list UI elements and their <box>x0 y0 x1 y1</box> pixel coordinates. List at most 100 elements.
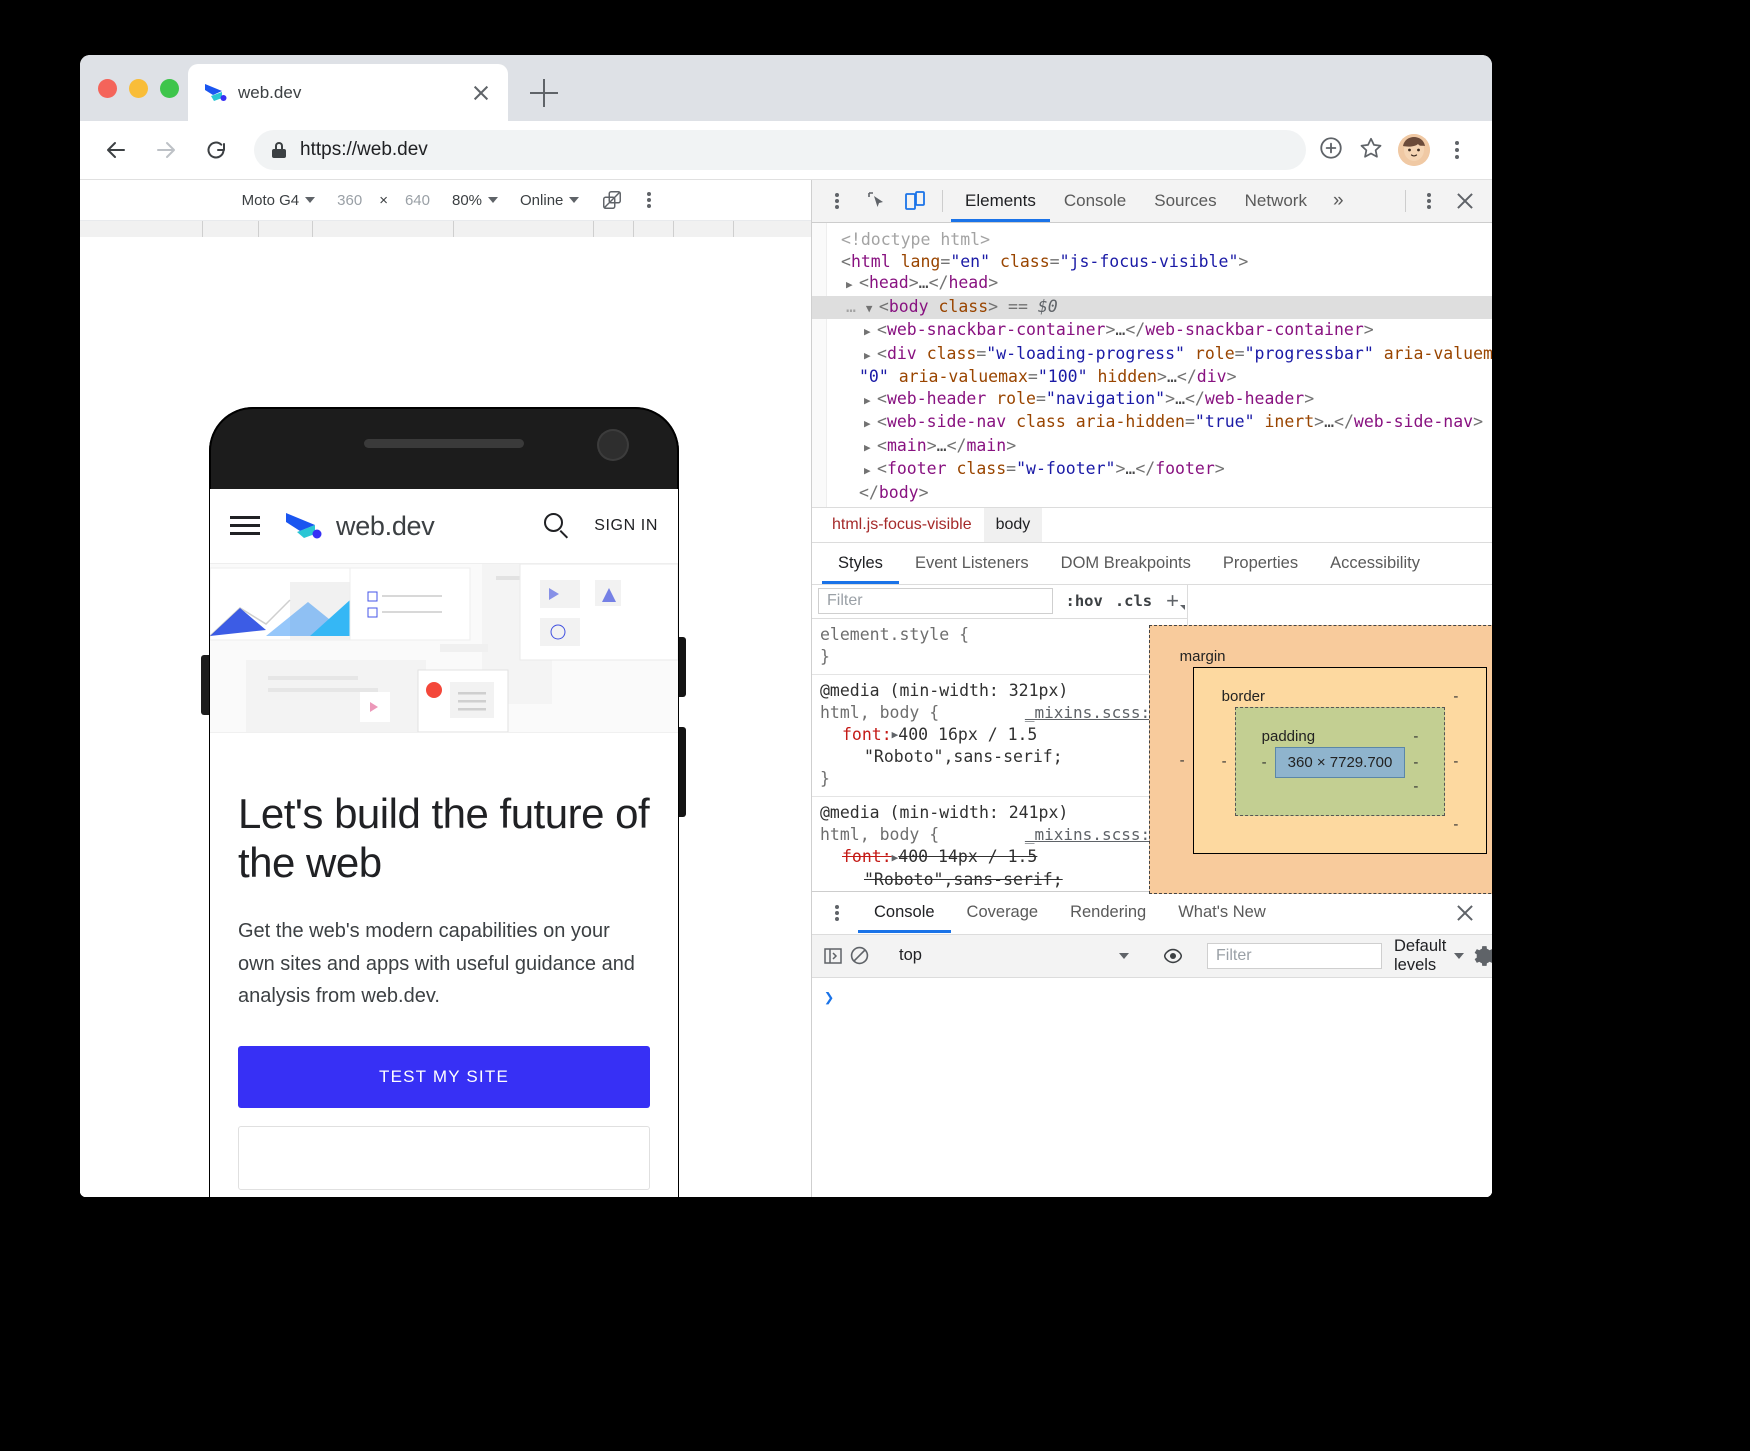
style-rule[interactable]: element.style {} <box>812 619 1187 675</box>
execution-context-select[interactable]: top <box>889 946 1059 965</box>
box-model-margin[interactable]: margin - - border - <box>1149 625 1492 894</box>
rule-selector[interactable]: element.style { <box>820 624 1179 646</box>
dom-twisty-icon[interactable]: ▶ <box>864 321 877 343</box>
device-more-icon[interactable] <box>638 189 660 211</box>
device-select[interactable]: Moto G4 <box>231 186 327 214</box>
drawer-tab-console[interactable]: Console <box>858 892 951 933</box>
rule-selector[interactable]: html, body {_mixins.scss:123 <box>820 702 1179 724</box>
reload-button[interactable] <box>196 130 236 170</box>
sign-in-button[interactable]: SIGN IN <box>594 517 658 535</box>
dom-node-line[interactable]: ▶<web-side-nav class aria-hidden="true" … <box>812 411 1492 435</box>
css-value-continued[interactable]: "Roboto",sans-serif; <box>820 869 1179 891</box>
rotate-button[interactable] <box>590 186 634 214</box>
breadcrumb-html[interactable]: html.js-focus-visible <box>820 508 984 542</box>
box-model-content[interactable]: 360 × 7729.700 <box>1275 747 1406 778</box>
style-rule[interactable]: @media (min-width: 321px)html, body {_mi… <box>812 675 1187 798</box>
dom-twisty-icon[interactable]: ▶ <box>864 460 877 482</box>
toggle-class-button[interactable]: .cls <box>1109 592 1158 610</box>
console-filter-input[interactable]: Filter <box>1207 943 1382 969</box>
tab-sources[interactable]: Sources <box>1140 180 1230 222</box>
add-page-icon[interactable] <box>1318 135 1344 166</box>
throttling-select[interactable]: Online <box>509 186 590 214</box>
site-logo[interactable]: web.dev <box>282 511 434 542</box>
browser-tab[interactable]: web.dev <box>188 64 508 121</box>
hamburger-icon[interactable] <box>230 516 260 536</box>
dom-node-line[interactable]: "0" aria-valuemax="100" hidden>…</div> <box>812 366 1492 388</box>
drawer-tab-coverage[interactable]: Coverage <box>951 892 1055 933</box>
back-button[interactable] <box>96 130 136 170</box>
dom-node-line[interactable]: ▶<head>…</head> <box>812 272 1492 296</box>
dom-node-line[interactable]: <!doctype html> <box>812 229 1492 251</box>
tab-properties[interactable]: Properties <box>1207 543 1314 584</box>
dom-node-line[interactable]: ▶<main>…</main> <box>812 435 1492 459</box>
tab-console[interactable]: Console <box>1050 180 1140 222</box>
dom-twisty-icon[interactable]: ▶ <box>864 345 877 367</box>
address-bar[interactable]: https://web.dev <box>254 130 1306 170</box>
box-model-diagram[interactable]: margin - - border - <box>1149 625 1492 894</box>
style-rules-list[interactable]: element.style {}@media (min-width: 321px… <box>812 619 1187 891</box>
rule-selector[interactable]: html, body {_mixins.scss:123 <box>820 824 1179 846</box>
dom-tree[interactable]: <!doctype html><html lang="en" class="js… <box>812 223 1492 507</box>
live-expression-icon[interactable] <box>1162 941 1184 971</box>
device-height-input[interactable]: 640 <box>394 186 441 214</box>
tab-styles[interactable]: Styles <box>822 543 899 584</box>
maximize-window-button[interactable] <box>160 79 179 98</box>
chevron-down-icon[interactable] <box>1119 953 1129 959</box>
close-window-button[interactable] <box>98 79 117 98</box>
css-value[interactable]: 400 14px / 1.5 <box>898 847 1037 866</box>
close-devtools-icon[interactable] <box>1450 186 1480 216</box>
styles-filter-input[interactable]: Filter <box>818 588 1053 614</box>
dom-node-line[interactable]: <html lang="en" class="js-focus-visible"… <box>812 251 1492 273</box>
test-my-site-button[interactable]: TEST MY SITE <box>238 1046 650 1108</box>
dom-twisty-icon[interactable]: ▶ <box>846 274 859 296</box>
close-drawer-icon[interactable] <box>1450 898 1480 928</box>
toggle-pseudo-state-button[interactable]: :hov <box>1059 592 1108 610</box>
dom-twisty-icon[interactable]: ▼ <box>866 298 879 320</box>
dom-node-line[interactable]: </body> <box>812 482 1492 504</box>
dom-node-line[interactable]: ▶<footer class="w-footer">…</footer> <box>812 458 1492 482</box>
device-toolbar-icon[interactable] <box>899 186 931 216</box>
tab-network[interactable]: Network <box>1231 180 1321 222</box>
clear-console-icon[interactable] <box>849 941 870 971</box>
zoom-select[interactable]: 80% <box>441 186 509 214</box>
css-property[interactable]: font: <box>842 725 892 744</box>
search-icon[interactable] <box>544 513 570 539</box>
dom-twisty-icon[interactable]: ▶ <box>864 437 877 459</box>
css-property[interactable]: font: <box>842 847 892 866</box>
console-output[interactable]: ❯ <box>812 978 1492 1197</box>
minimize-window-button[interactable] <box>129 79 148 98</box>
css-value[interactable]: 400 16px / 1.5 <box>898 725 1037 744</box>
tab-event-listeners[interactable]: Event Listeners <box>899 543 1045 584</box>
dom-node-line[interactable]: ▶<div class="w-loading-progress" role="p… <box>812 343 1492 367</box>
css-declaration[interactable]: font: ▶ 400 16px / 1.5 <box>820 724 1179 747</box>
dom-node-line[interactable]: ▶<web-snackbar-container>…</web-snackbar… <box>812 319 1492 343</box>
style-rule[interactable]: @media (min-width: 241px)html, body {_mi… <box>812 797 1187 891</box>
box-model-border[interactable]: border - - padding <box>1193 667 1488 854</box>
avatar[interactable] <box>1398 134 1430 166</box>
new-style-rule-button[interactable]: + <box>1158 588 1187 614</box>
dom-twisty-icon[interactable]: ▶ <box>864 390 877 412</box>
dom-twisty-icon[interactable]: ▶ <box>864 413 877 435</box>
devtools-menu-icon[interactable] <box>1418 190 1440 212</box>
css-value-continued[interactable]: "Roboto",sans-serif; <box>820 746 1179 768</box>
forward-button[interactable] <box>146 130 186 170</box>
dom-node-line[interactable]: ▶<web-header role="navigation">…</web-he… <box>812 388 1492 412</box>
bookmark-star-icon[interactable] <box>1358 135 1384 166</box>
tab-dom-breakpoints[interactable]: DOM Breakpoints <box>1045 543 1207 584</box>
drawer-tab-rendering[interactable]: Rendering <box>1054 892 1162 933</box>
console-sidebar-icon[interactable] <box>823 941 843 971</box>
more-tabs-icon[interactable]: » <box>1321 190 1356 212</box>
dom-node-line[interactable]: … ▼<body class> == $0 <box>812 296 1492 320</box>
drawer-tab-whats-new[interactable]: What's New <box>1162 892 1282 933</box>
devtools-left-menu-icon[interactable] <box>826 190 848 212</box>
secondary-field-placeholder[interactable] <box>238 1126 650 1190</box>
device-width-input[interactable]: 360 <box>326 186 373 214</box>
window-controls[interactable] <box>98 79 179 98</box>
css-declaration[interactable]: font: ▶ 400 14px / 1.5 <box>820 846 1179 869</box>
browser-menu-icon[interactable] <box>1444 137 1470 163</box>
tab-elements[interactable]: Elements <box>951 180 1050 222</box>
tab-accessibility[interactable]: Accessibility <box>1314 543 1436 584</box>
new-tab-button[interactable] <box>530 79 558 107</box>
breadcrumb-body[interactable]: body <box>984 508 1043 542</box>
close-icon[interactable] <box>468 80 494 106</box>
